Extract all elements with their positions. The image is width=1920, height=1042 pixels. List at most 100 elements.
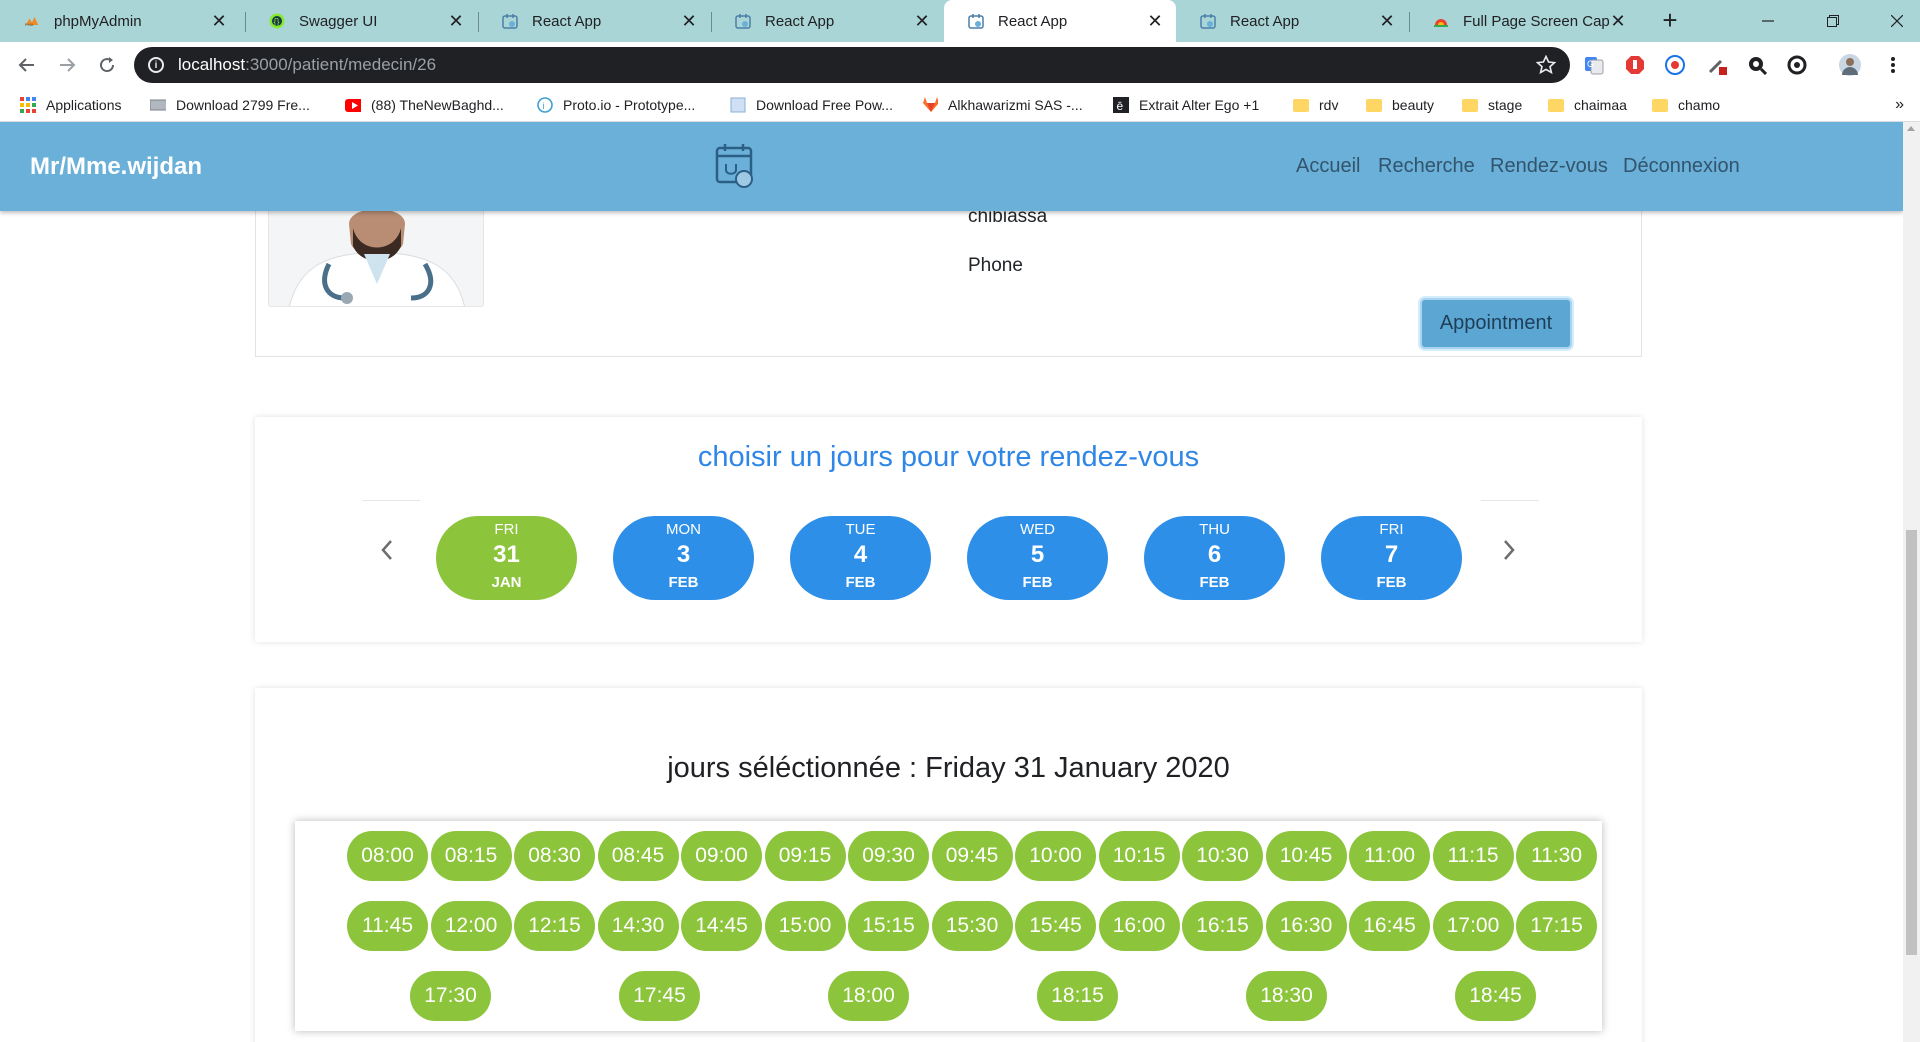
tab-react-app-4[interactable]: React App ✕ <box>1176 0 1408 42</box>
tab-swagger[interactable]: {} Swagger UI ✕ <box>245 0 477 42</box>
day-pill-fri-7[interactable]: FRI 7 FEB <box>1321 516 1462 600</box>
time-slot-button[interactable]: 12:00 <box>430 901 512 951</box>
bookmark-alkhawarizmi[interactable]: Alkhawarizmi SAS -... <box>922 88 1083 122</box>
day-pill-wed-5[interactable]: WED 5 FEB <box>967 516 1108 600</box>
profile-avatar[interactable] <box>1839 54 1861 76</box>
time-slot-button[interactable]: 10:45 <box>1265 831 1347 881</box>
vpn-extension-icon[interactable] <box>1664 54 1686 76</box>
day-pill-thu-6[interactable]: THU 6 FEB <box>1144 516 1285 600</box>
back-icon[interactable] <box>12 50 42 80</box>
close-tab-icon[interactable]: ✕ <box>1146 11 1164 32</box>
restore-icon[interactable] <box>1810 0 1856 42</box>
day-pill-tue-4[interactable]: TUE 4 FEB <box>790 516 931 600</box>
google-translate-icon[interactable]: G <box>1583 54 1605 76</box>
bookmark-folder-stage[interactable]: stage <box>1462 88 1522 122</box>
time-slot-button[interactable]: 15:30 <box>931 901 1013 951</box>
bookmark-applications[interactable]: Applications <box>20 88 122 122</box>
time-slot-button[interactable]: 11:45 <box>347 901 428 951</box>
adblock-icon[interactable] <box>1624 54 1646 76</box>
bookmark-folder-beauty[interactable]: beauty <box>1366 88 1434 122</box>
time-slot-button[interactable]: 15:45 <box>1015 901 1096 951</box>
bookmark-extrait-alter-ego[interactable]: ē Extrait Alter Ego +1 <box>1113 88 1259 122</box>
close-tab-icon[interactable]: ✕ <box>447 11 465 32</box>
time-slot-button[interactable]: 16:30 <box>1265 901 1347 951</box>
menu-kebab-icon[interactable] <box>1882 54 1904 76</box>
tab-screen-capture[interactable]: Full Page Screen Captu ✕ <box>1409 0 1639 42</box>
more-bookmarks-button[interactable]: » <box>1895 88 1904 122</box>
nav-deconnexion[interactable]: Déconnexion <box>1623 155 1740 178</box>
time-slot-button[interactable]: 16:00 <box>1098 901 1180 951</box>
close-tab-icon[interactable]: ✕ <box>680 11 698 32</box>
bookmark-download-2799[interactable]: Download 2799 Fre... <box>150 88 310 122</box>
bookmark-folder-chamo[interactable]: chamo <box>1652 88 1720 122</box>
eyedropper-icon[interactable] <box>1706 54 1728 76</box>
site-info-icon[interactable]: i <box>148 57 164 73</box>
time-slot-button[interactable]: 08:45 <box>597 831 679 881</box>
time-slot-button[interactable]: 11:00 <box>1349 831 1430 881</box>
time-slot-button[interactable]: 18:00 <box>828 971 909 1021</box>
time-slot-button[interactable]: 12:15 <box>514 901 595 951</box>
nav-accueil[interactable]: Accueil <box>1296 155 1360 178</box>
close-tab-icon[interactable]: ✕ <box>1378 11 1396 32</box>
appointment-button[interactable]: Appointment <box>1420 298 1572 349</box>
time-slot-button[interactable]: 10:00 <box>1015 831 1096 881</box>
time-slot-button[interactable]: 18:30 <box>1246 971 1327 1021</box>
time-slot-button[interactable]: 15:15 <box>848 901 929 951</box>
nav-recherche[interactable]: Recherche <box>1378 155 1475 178</box>
tab-phpmyadmin[interactable]: PMA phpMyAdmin ✕ <box>0 0 240 42</box>
day-pill-mon-3[interactable]: MON 3 FEB <box>613 516 754 600</box>
time-slot-button[interactable]: 09:30 <box>848 831 929 881</box>
scrollbar-thumb[interactable] <box>1906 530 1917 955</box>
tab-react-app-1[interactable]: React App ✕ <box>478 0 710 42</box>
new-tab-icon[interactable]: + <box>1655 0 1685 42</box>
time-slot-button[interactable]: 15:00 <box>764 901 846 951</box>
time-slot-button[interactable]: 11:30 <box>1516 831 1597 881</box>
bookmark-protoio[interactable]: i Proto.io - Prototype... <box>537 88 695 122</box>
scroll-up-arrow-icon[interactable] <box>1907 126 1915 131</box>
zoom-extension-icon[interactable] <box>1746 54 1768 76</box>
bookmark-star-icon[interactable] <box>1535 54 1557 80</box>
close-tab-icon[interactable]: ✕ <box>210 11 228 32</box>
calendar-logo-icon[interactable] <box>714 142 758 190</box>
time-slot-button[interactable]: 08:00 <box>347 831 428 881</box>
app-brand[interactable]: Mr/Mme.wijdan <box>30 153 202 181</box>
forward-icon[interactable] <box>52 50 82 80</box>
bookmark-download-free-pow[interactable]: Download Free Pow... <box>730 88 893 122</box>
close-tab-icon[interactable]: ✕ <box>913 11 931 32</box>
time-slot-button[interactable]: 17:15 <box>1516 901 1597 951</box>
time-slot-button[interactable]: 18:15 <box>1037 971 1118 1021</box>
address-bar[interactable]: i localhost:3000/patient/medecin/26 <box>134 47 1570 83</box>
time-slot-button[interactable]: 14:30 <box>597 901 679 951</box>
bookmark-thenewbaghdad[interactable]: (88) TheNewBaghd... <box>345 88 504 122</box>
bookmark-folder-rdv[interactable]: rdv <box>1293 88 1338 122</box>
minimize-icon[interactable] <box>1745 0 1791 42</box>
tab-react-app-active[interactable]: React App ✕ <box>944 0 1176 42</box>
bookmark-folder-chaimaa[interactable]: chaimaa <box>1548 88 1627 122</box>
time-slot-button[interactable]: 10:15 <box>1098 831 1180 881</box>
time-slot-button[interactable]: 11:15 <box>1432 831 1514 881</box>
time-slot-button[interactable]: 14:45 <box>681 901 762 951</box>
chevron-left-icon[interactable] <box>377 537 397 563</box>
time-slot-button[interactable]: 17:00 <box>1432 901 1514 951</box>
day-pill-fri-31[interactable]: FRI 31 JAN <box>436 516 577 600</box>
time-slot-button[interactable]: 17:30 <box>410 971 491 1021</box>
time-slot-button[interactable]: 16:15 <box>1182 901 1263 951</box>
chevron-right-icon[interactable] <box>1499 537 1519 563</box>
time-slot-button[interactable]: 08:15 <box>430 831 512 881</box>
reload-icon[interactable] <box>92 50 122 80</box>
time-slot-button[interactable]: 18:45 <box>1455 971 1536 1021</box>
time-slot-button[interactable]: 09:00 <box>681 831 762 881</box>
close-window-icon[interactable] <box>1874 0 1920 42</box>
screenshot-extension-icon[interactable] <box>1786 54 1808 76</box>
time-slot-button[interactable]: 10:30 <box>1182 831 1263 881</box>
time-slot-button[interactable]: 17:45 <box>619 971 700 1021</box>
day-of-week: FRI <box>1379 521 1404 538</box>
close-tab-icon[interactable]: ✕ <box>1609 11 1627 32</box>
time-slot-button[interactable]: 08:30 <box>514 831 595 881</box>
nav-rendez-vous[interactable]: Rendez-vous <box>1490 155 1608 178</box>
time-slot-button[interactable]: 16:45 <box>1349 901 1430 951</box>
tab-react-app-2[interactable]: React App ✕ <box>711 0 943 42</box>
time-slot-button[interactable]: 09:45 <box>931 831 1013 881</box>
page-scrollbar[interactable] <box>1903 122 1920 1042</box>
time-slot-button[interactable]: 09:15 <box>764 831 846 881</box>
